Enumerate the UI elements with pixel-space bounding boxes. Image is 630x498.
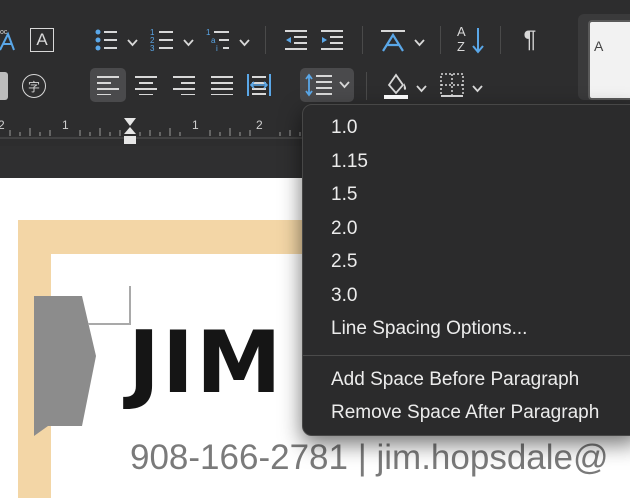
corner-bracket-shape [88, 286, 131, 325]
align-left-icon[interactable] [90, 68, 126, 102]
resume-contact[interactable]: 908-166-2781 | jim.hopsdale@ [130, 438, 609, 478]
decrease-indent-icon[interactable] [282, 26, 310, 54]
borders-icon[interactable] [438, 70, 466, 100]
menu-item-spacing-2-5[interactable]: 2.5 [331, 251, 357, 273]
show-formatting-icon[interactable]: ¶ [516, 26, 544, 54]
character-border-glyph: A [30, 28, 54, 52]
menu-item-spacing-1-0[interactable]: 1.0 [331, 117, 357, 139]
line-spacing-menu: 1.0 1.15 1.5 2.0 2.5 3.0 Line Spacing Op… [302, 104, 630, 436]
line-spacing-icon [304, 73, 332, 97]
style-preview[interactable]: A [588, 20, 630, 100]
ruler-label: 1 [62, 118, 69, 132]
menu-item-line-spacing-options[interactable]: Line Spacing Options... [331, 318, 527, 340]
style-preview-glyph: A [594, 38, 604, 54]
borders-chevron-down-icon[interactable] [472, 80, 483, 98]
line-spacing-button[interactable] [300, 68, 354, 102]
phonetic-guide-icon[interactable]: 字 [20, 72, 48, 100]
distributed-icon[interactable] [245, 68, 273, 102]
ribbon-divider [366, 72, 367, 100]
bullets-icon[interactable] [92, 26, 120, 54]
menu-divider [303, 355, 630, 356]
multilevel-list-icon[interactable]: 1ai [204, 26, 232, 54]
center-icon[interactable] [132, 68, 160, 102]
menu-item-add-space-before[interactable]: Add Space Before Paragraph [331, 369, 579, 391]
numbering-icon[interactable]: 123 [148, 26, 176, 54]
ribbon-divider [265, 26, 266, 54]
justify-icon[interactable] [208, 68, 236, 102]
text-highlight-icon[interactable]: oc [0, 26, 20, 54]
increase-indent-icon[interactable] [318, 26, 346, 54]
text-direction-icon[interactable] [378, 26, 408, 54]
numbering-chevron-down-icon[interactable] [183, 34, 194, 52]
sort-glyph-bottom: Z [457, 39, 465, 54]
menu-item-spacing-1-15[interactable]: 1.15 [331, 151, 368, 173]
sort-glyph-top: A [457, 24, 466, 39]
line-spacing-chevron-down-icon [338, 81, 350, 89]
shading-chevron-down-icon[interactable] [416, 80, 427, 98]
resume-name[interactable]: JIM [128, 320, 284, 406]
ribbon-divider [500, 26, 501, 54]
text-direction-chevron-down-icon[interactable] [414, 34, 425, 52]
ruler-label: 2 [0, 118, 5, 132]
phonetic-glyph: 字 [22, 74, 46, 98]
ruler-label: 1 [192, 118, 199, 132]
ribbon-divider [362, 26, 363, 54]
svg-text:3: 3 [150, 44, 155, 53]
multilevel-chevron-down-icon[interactable] [239, 34, 250, 52]
sort-icon[interactable]: A Z [455, 24, 487, 56]
svg-text:i: i [216, 44, 218, 53]
character-border-icon[interactable]: A [28, 26, 56, 54]
bullets-chevron-down-icon[interactable] [127, 34, 138, 52]
ruler-label: 2 [256, 118, 263, 132]
ribbon-divider [440, 26, 441, 54]
align-right-icon[interactable] [170, 68, 198, 102]
menu-item-spacing-2-0[interactable]: 2.0 [331, 218, 357, 240]
shading-icon[interactable] [382, 68, 410, 102]
menu-item-spacing-1-5[interactable]: 1.5 [331, 184, 357, 206]
menu-item-spacing-3-0[interactable]: 3.0 [331, 285, 357, 307]
menu-item-remove-space-after[interactable]: Remove Space After Paragraph [331, 402, 599, 424]
character-shading-icon[interactable] [0, 72, 8, 100]
